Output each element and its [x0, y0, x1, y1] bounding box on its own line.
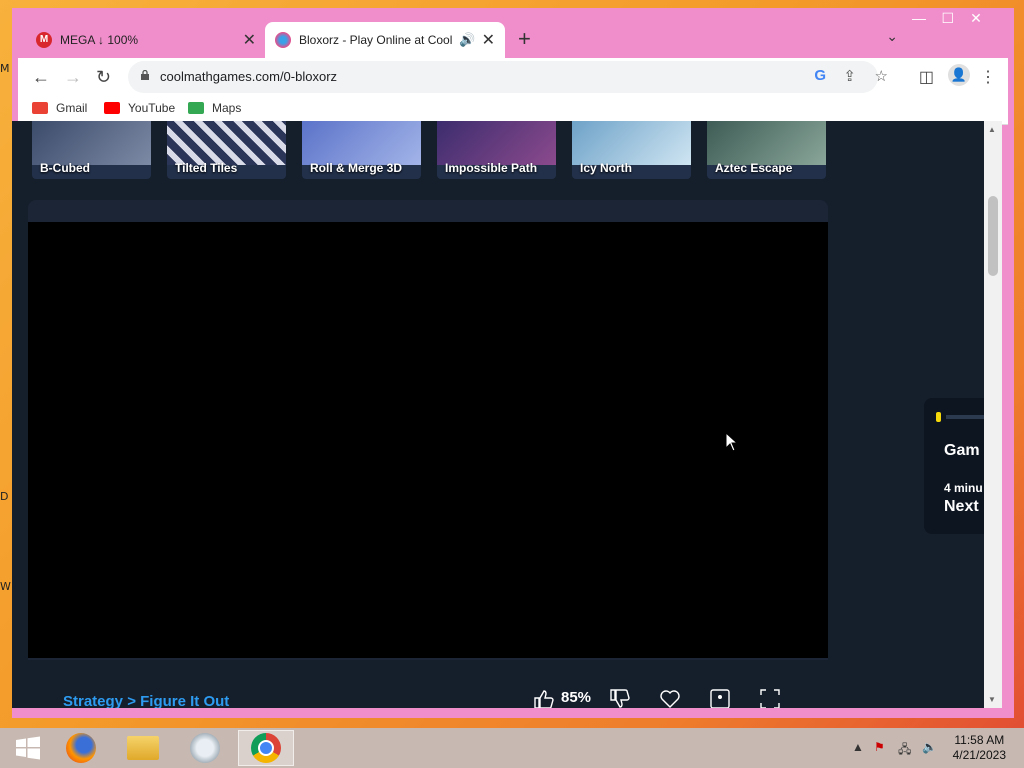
windows-taskbar: ▲ ⚑ 🖧 🔈 11:58 AM 4/21/2023 — [0, 728, 1024, 768]
page-scrollbar[interactable]: ▲ ▼ — [984, 121, 1002, 708]
next-label[interactable]: Next — [944, 498, 979, 516]
tab-mega[interactable]: M MEGA ↓ 100% ✕ — [26, 22, 266, 58]
game-card-title: Aztec Escape — [715, 161, 793, 175]
rating-percent: 85% — [561, 689, 592, 706]
windows-logo-icon — [16, 736, 40, 760]
close-window-icon[interactable]: ✕ — [956, 10, 996, 27]
bookmark-youtube[interactable]: YouTube — [104, 101, 175, 115]
category-breadcrumb[interactable]: Strategy > Figure It Out — [63, 693, 229, 708]
related-game-card[interactable]: Roll & Merge 3D — [302, 121, 421, 179]
system-clock[interactable]: 11:58 AM 4/21/2023 — [953, 733, 1006, 763]
action-center-flag-icon[interactable]: ⚑ — [874, 740, 885, 754]
related-game-card[interactable]: Aztec Escape — [707, 121, 826, 179]
taskbar-chrome[interactable] — [238, 730, 294, 766]
close-tab-icon[interactable]: ✕ — [243, 30, 256, 50]
game-card-title: B-Cubed — [40, 161, 90, 175]
fullscreen-icon[interactable] — [759, 689, 781, 708]
mega-favicon-icon: M — [36, 32, 52, 48]
chrome-icon — [251, 733, 281, 763]
forward-icon[interactable]: → — [64, 67, 82, 88]
theater-mode-icon[interactable] — [709, 689, 731, 708]
tab-strip: M MEGA ↓ 100% ✕ Bloxorz - Play Online at… — [18, 10, 1008, 58]
folder-icon — [127, 736, 159, 760]
maps-icon — [188, 102, 204, 114]
google-icon[interactable]: G — [814, 67, 826, 84]
desktop-icon-fragment: M — [0, 62, 10, 75]
close-tab-icon[interactable]: ✕ — [482, 30, 495, 50]
related-game-card[interactable]: Impossible Path — [437, 121, 556, 179]
desktop-icon-fragment: D — [0, 490, 9, 503]
share-icon[interactable]: ⇪ — [843, 67, 856, 85]
game-thumbnail — [32, 121, 151, 165]
related-game-card[interactable]: B-Cubed — [32, 121, 151, 179]
page-content: B-Cubed Tilted Tiles Roll & Merge 3D Imp… — [12, 121, 984, 708]
tab-title: Bloxorz - Play Online at Cool — [299, 33, 453, 47]
card-duration: 4 minu — [944, 481, 983, 495]
taskbar-firefox[interactable] — [53, 730, 109, 766]
game-card-title: Impossible Path — [445, 161, 538, 175]
coolmath-favicon-icon — [275, 32, 291, 48]
thumbs-down-icon[interactable] — [609, 689, 631, 708]
browser-toolbar: ← → ↻ coolmathgames.com/0-bloxorz G ⇪ ☆ … — [18, 58, 1008, 96]
address-bar[interactable]: coolmathgames.com/0-bloxorz G ⇪ ☆ — [128, 61, 888, 93]
bookmark-label: Gmail — [56, 101, 88, 115]
lock-icon — [141, 70, 149, 80]
volume-muted-icon[interactable]: 🔈 — [922, 740, 937, 754]
progress-track — [946, 415, 984, 419]
thumbs-up-icon[interactable] — [533, 689, 555, 708]
url-text[interactable]: coolmathgames.com/0-bloxorz — [160, 69, 337, 84]
game-thumbnail — [437, 121, 556, 165]
profile-avatar[interactable]: 👤 — [948, 64, 970, 86]
youtube-icon — [104, 102, 120, 114]
scrollbar-thumb[interactable] — [988, 196, 998, 276]
menu-kebab-icon[interactable]: ⋮ — [980, 67, 996, 87]
game-card-title: Icy North — [580, 161, 633, 175]
game-card-title: Tilted Tiles — [175, 161, 238, 175]
bookmark-label: YouTube — [128, 101, 176, 115]
bookmark-maps[interactable]: Maps — [188, 101, 241, 115]
scroll-up-icon[interactable]: ▲ — [988, 125, 996, 134]
star-bookmark-icon[interactable]: ☆ — [875, 67, 888, 85]
tab-title: MEGA ↓ 100% — [60, 33, 139, 47]
side-panel-icon[interactable]: ◫ — [919, 67, 934, 87]
app-icon — [190, 733, 220, 763]
game-thumbnail — [707, 121, 826, 165]
related-game-card[interactable]: Icy North — [572, 121, 691, 179]
heart-favorite-icon[interactable] — [659, 689, 681, 708]
show-hidden-icons-icon[interactable]: ▲ — [852, 740, 864, 754]
game-thumbnail — [572, 121, 691, 165]
clock-date: 4/21/2023 — [952, 748, 1006, 762]
card-title: Gam — [944, 442, 980, 459]
taskbar-app[interactable] — [177, 730, 233, 766]
game-canvas[interactable] — [28, 222, 828, 658]
tab-bloxorz[interactable]: Bloxorz - Play Online at Cool 🔊 ✕ — [265, 22, 505, 58]
progress-indicator — [936, 412, 941, 422]
chevron-down-icon[interactable]: ⌄ — [886, 28, 898, 45]
firefox-icon — [66, 733, 96, 763]
audio-playing-icon[interactable]: 🔊 — [459, 32, 475, 48]
mouse-cursor-icon — [725, 432, 739, 452]
back-icon[interactable]: ← — [32, 67, 50, 88]
bookmark-gmail[interactable]: Gmail — [32, 101, 87, 115]
gmail-icon — [32, 102, 48, 114]
clock-time: 11:58 AM — [954, 733, 1005, 747]
network-icon[interactable]: 🖧 — [898, 740, 911, 761]
new-tab-icon[interactable]: + — [518, 26, 531, 52]
scroll-down-icon[interactable]: ▼ — [988, 695, 996, 704]
game-thumbnail — [167, 121, 286, 165]
next-game-card[interactable]: Gam 4 minu Next — [924, 398, 984, 534]
game-thumbnail — [302, 121, 421, 165]
game-card-title: Roll & Merge 3D — [310, 161, 403, 175]
start-button[interactable] — [0, 730, 56, 766]
maximize-icon[interactable]: ☐ — [941, 10, 954, 27]
browser-window: M MEGA ↓ 100% ✕ Bloxorz - Play Online at… — [12, 8, 1014, 718]
desktop-icon-fragment: W — [0, 580, 11, 593]
reload-icon[interactable]: ↻ — [96, 67, 111, 88]
minimize-icon[interactable]: — — [912, 10, 926, 26]
taskbar-file-explorer[interactable] — [115, 730, 171, 766]
related-game-card[interactable]: Tilted Tiles — [167, 121, 286, 179]
bookmark-label: Maps — [212, 101, 242, 115]
